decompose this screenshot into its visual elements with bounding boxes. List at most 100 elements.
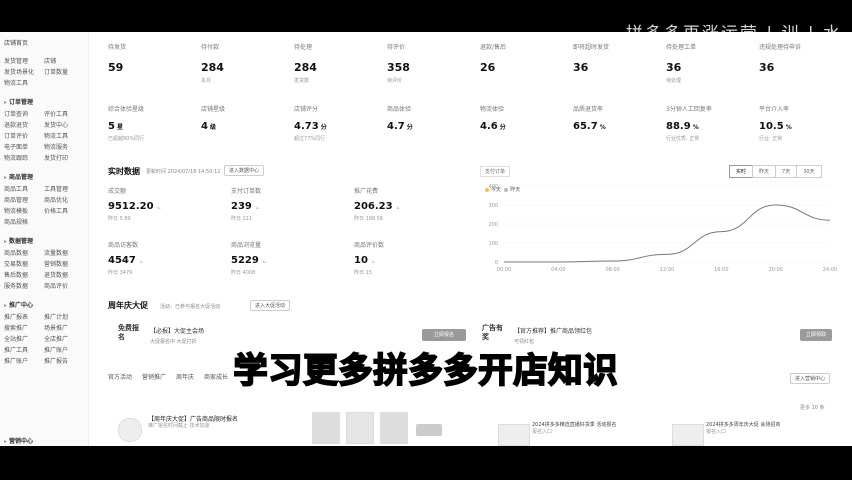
range-option[interactable]: 7天 bbox=[775, 165, 798, 178]
sidebar-item[interactable]: 服务数据 bbox=[4, 281, 44, 290]
sidebar-item[interactable]: 物流工具 bbox=[44, 131, 84, 140]
score-value: 10.5 bbox=[759, 121, 784, 132]
sidebar-item[interactable]: 商品管理 bbox=[4, 195, 44, 204]
range-option[interactable]: 实时 bbox=[729, 165, 754, 178]
sidebar-item[interactable]: 流量数据 bbox=[44, 248, 84, 257]
y-tick-label: 100 bbox=[488, 241, 498, 247]
sidebar-item[interactable]: 商品工具 bbox=[4, 184, 44, 193]
sidebar-item[interactable]: 评价工具 bbox=[44, 109, 84, 118]
range-option[interactable]: 30天 bbox=[796, 165, 822, 178]
score-label: 商品体验 bbox=[387, 106, 412, 113]
sidebar-item[interactable]: 场景推广 bbox=[44, 323, 84, 332]
stat-value: 9512.20 bbox=[108, 201, 154, 212]
sidebar-item[interactable]: 退款退货 bbox=[4, 120, 44, 129]
sidebar-item[interactable]: 店铺 bbox=[44, 56, 84, 65]
sidebar-item[interactable]: 商品评价 bbox=[44, 281, 84, 290]
score-card[interactable]: 3分钟人工回复率 88.9% 行业优秀: 正常 bbox=[666, 104, 756, 142]
sidebar-section-4[interactable]: 推广中心 bbox=[4, 300, 33, 309]
news-item-2[interactable]: 2024拼多多精选直播好货季 活动报名 报名入口 bbox=[532, 422, 662, 436]
sidebar-row: 搜索推广 场景推广 bbox=[4, 323, 84, 332]
sidebar-row: 物流跟踪 发货打印 bbox=[4, 153, 84, 162]
sidebar-item[interactable]: 发货场景化 bbox=[4, 67, 44, 76]
stat-sub: 昨日 198.56 bbox=[354, 216, 384, 222]
score-value-wrap: 88.9% bbox=[666, 121, 756, 132]
enter-data-center-button[interactable]: 进入数据中心 bbox=[224, 165, 265, 176]
sidebar-item[interactable]: 价格工具 bbox=[44, 206, 84, 215]
kpi-card[interactable]: 待付款 284 本月 bbox=[201, 42, 291, 84]
sidebar-item[interactable]: 物流跟踪 bbox=[4, 153, 44, 162]
range-option[interactable]: 昨天 bbox=[752, 165, 777, 178]
sidebar-section-1[interactable]: 订单管理 bbox=[4, 97, 33, 106]
promo-badge-ad: 广告有奖 bbox=[482, 324, 503, 341]
kpi-card[interactable]: 退款/售后 26 bbox=[480, 42, 570, 77]
realtime-stat[interactable]: 商品访客数 4547 ⟀ 昨日 3479 bbox=[108, 240, 218, 276]
chart-metric-select[interactable]: 支付订单 bbox=[480, 166, 511, 177]
sidebar-item[interactable]: 全站推广 bbox=[4, 334, 44, 343]
sidebar-section-marketing[interactable]: 营销中心 bbox=[4, 436, 33, 445]
sidebar-section-2[interactable]: 商品管理 bbox=[4, 172, 33, 181]
sidebar-item[interactable]: 订单评价 bbox=[4, 131, 44, 140]
sidebar-item[interactable]: 商品优化 bbox=[44, 195, 84, 204]
news-item-1[interactable]: 【周年庆大促】广告商品限时报名 推广报名时间截止 技术加速 bbox=[148, 416, 298, 430]
kpi-card[interactable]: 待评价 358 待评价 bbox=[387, 42, 477, 84]
order-line-chart: 0 100 200 300 400 00:00 04:00 08:00 12:00 16:00 20… bbox=[488, 184, 837, 273]
sidebar-item[interactable]: 订单查询 bbox=[4, 109, 44, 118]
score-card[interactable]: 综合体验星级 5 星已超越80%同行 bbox=[108, 104, 198, 142]
realtime-stat[interactable]: 商品浏览量 5229 ⟀ 昨日 4008 bbox=[231, 240, 341, 276]
sidebar-item[interactable]: 物流工具 bbox=[4, 78, 44, 87]
news-more[interactable]: 更多 10 条 bbox=[800, 404, 825, 411]
promo-title: 周年庆大促 bbox=[108, 301, 148, 310]
sidebar-item[interactable]: 营销数据 bbox=[44, 259, 84, 268]
sidebar-item[interactable]: 退货数据 bbox=[44, 270, 84, 279]
sidebar-item[interactable]: 发货打印 bbox=[44, 153, 84, 162]
x-tick-label: 24:00 bbox=[823, 267, 837, 273]
sidebar-home[interactable]: 店铺首页 bbox=[4, 38, 28, 47]
kpi-card[interactable]: 违规处理待申诉 36 bbox=[759, 42, 849, 77]
score-card[interactable]: 商品体验 4.7 分 bbox=[387, 104, 477, 135]
sidebar-item[interactable]: 推广报表 bbox=[4, 312, 44, 321]
sidebar-item[interactable]: 售后数据 bbox=[4, 270, 44, 279]
score-value-wrap: 5星 bbox=[108, 121, 198, 132]
sidebar-item[interactable]: 物流服务 bbox=[44, 142, 84, 151]
score-card[interactable]: 品质退货率 65.7% bbox=[573, 104, 663, 135]
stat-sub: 昨日 5.89 bbox=[108, 216, 131, 222]
score-card[interactable]: 店铺星级 4 级 bbox=[201, 104, 291, 135]
kpi-sub: 待评价 bbox=[387, 78, 403, 84]
realtime-stat[interactable]: 商品评价数 10 ⟀ 昨日 15 bbox=[354, 240, 464, 276]
score-card[interactable]: 物流体验 4.6 分 bbox=[480, 104, 570, 135]
news-action-button[interactable] bbox=[416, 424, 442, 436]
sidebar-item[interactable]: 商品规格 bbox=[4, 217, 44, 226]
score-card[interactable]: 平台介入率 10.5% 行业: 正常 bbox=[759, 104, 849, 142]
sidebar-item[interactable]: 工具管理 bbox=[44, 184, 84, 193]
promo-card-title-1: 【必报】大促主会场 bbox=[150, 328, 205, 335]
sidebar-item[interactable]: 电子面单 bbox=[4, 142, 44, 151]
trend-icon: ⟀ bbox=[255, 204, 260, 211]
sidebar-item[interactable]: 搜索推广 bbox=[4, 323, 44, 332]
enter-promo-button[interactable]: 进入大促活动 bbox=[250, 300, 291, 311]
sidebar-item[interactable]: 发货中心 bbox=[44, 120, 84, 129]
news-item-3[interactable]: 2024拼多多周年庆大促 会场招商 报名入口 bbox=[706, 422, 836, 436]
score-card[interactable]: 店铺评分 4.73 分超过77%同行 bbox=[294, 104, 384, 142]
promo-card-button-1[interactable]: 立即报名 bbox=[422, 329, 466, 341]
kpi-card[interactable]: 待处理 284 发货数 bbox=[294, 42, 384, 84]
sidebar-section-3[interactable]: 数据管理 bbox=[4, 236, 33, 245]
stat-value-wrap: 10 ⟀ bbox=[354, 255, 464, 266]
sidebar-item[interactable]: 全店推广 bbox=[44, 334, 84, 343]
news-title-2: 2024拼多多精选直播好货季 活动报名 bbox=[532, 422, 617, 428]
sidebar-item[interactable]: 商品数据 bbox=[4, 248, 44, 257]
kpi-card[interactable]: 待处理工单 36 待处理 bbox=[666, 42, 756, 84]
kpi-card[interactable]: 即将超时发货 36 bbox=[573, 42, 663, 77]
trend-icon: ⟀ bbox=[157, 204, 162, 211]
sidebar-item[interactable]: 推广计划 bbox=[44, 312, 84, 321]
sidebar-item[interactable]: 订单数量 bbox=[44, 67, 84, 76]
sidebar-row: 商品管理 商品优化 bbox=[4, 195, 84, 204]
score-label: 店铺星级 bbox=[201, 106, 226, 113]
sidebar-item[interactable]: 物流模板 bbox=[4, 206, 44, 215]
kpi-card[interactable]: 待发货 59 bbox=[108, 42, 198, 77]
sidebar-item[interactable]: 交易数据 bbox=[4, 259, 44, 268]
realtime-stat[interactable]: 成交额 9512.20 ⟀ 昨日 5.89 bbox=[108, 186, 218, 222]
realtime-stat[interactable]: 推广花费 206.23 ⟀ 昨日 198.56 bbox=[354, 186, 464, 222]
realtime-stat[interactable]: 支付订单数 239 ⟀ 昨日 211 bbox=[231, 186, 341, 222]
sidebar-item[interactable]: 发货管理 bbox=[4, 56, 44, 65]
promo-card-button-2[interactable]: 立即领取 bbox=[800, 329, 832, 341]
